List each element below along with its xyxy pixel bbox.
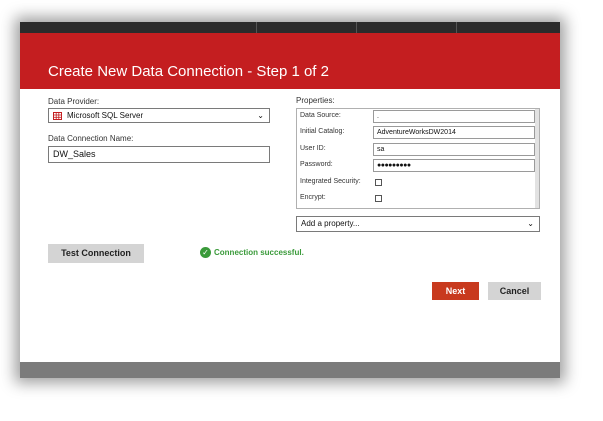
cancel-button[interactable]: Cancel (488, 282, 541, 300)
connection-name-label: Data Connection Name: (48, 134, 134, 143)
top-nav-segment (256, 22, 357, 33)
user-id-input[interactable]: sa (373, 143, 535, 156)
property-row-password: Password: ●●●●●●●●● (297, 158, 535, 174)
properties-scrollbar[interactable] (535, 109, 539, 208)
integrated-security-checkbox[interactable] (375, 179, 382, 186)
properties-label: Properties: (296, 96, 335, 105)
next-button[interactable]: Next (432, 282, 479, 300)
top-nav-segment (456, 22, 560, 33)
checkmark-circle-icon: ✓ (200, 247, 211, 258)
data-provider-value: Microsoft SQL Server (67, 111, 144, 120)
property-label: Data Source: (300, 112, 341, 119)
password-input[interactable]: ●●●●●●●●● (373, 159, 535, 172)
connection-name-input[interactable]: DW_Sales (48, 146, 270, 163)
property-row-data-source: Data Source: . (297, 109, 535, 125)
property-row-encrypt: Encrypt: (297, 191, 532, 207)
property-row-initial-catalog: Initial Catalog: AdventureWorksDW2014 (297, 125, 535, 141)
dialog-title: Create New Data Connection - Step 1 of 2 (48, 63, 329, 80)
dialog-window: Create New Data Connection - Step 1 of 2… (20, 22, 560, 378)
chevron-down-icon: ⌄ (527, 219, 534, 228)
sql-server-table-icon (53, 112, 62, 120)
connection-status-message: Connection successful. (214, 248, 304, 257)
property-label: User ID: (300, 145, 326, 152)
data-provider-select[interactable]: Microsoft SQL Server ⌄ (48, 108, 270, 123)
property-label: Encrypt: (300, 194, 326, 201)
initial-catalog-input[interactable]: AdventureWorksDW2014 (373, 126, 535, 139)
properties-grid: Data Source: . Initial Catalog: Adventur… (296, 108, 540, 209)
top-nav-segment (356, 22, 457, 33)
add-property-text: Add a property... (301, 219, 360, 228)
data-provider-label: Data Provider: (48, 97, 100, 106)
property-label: Integrated Security: (300, 178, 361, 185)
data-source-input[interactable]: . (373, 110, 535, 123)
property-row-integrated-security: Integrated Security: (297, 175, 532, 191)
encrypt-checkbox[interactable] (375, 195, 382, 202)
chevron-down-icon: ⌄ (257, 111, 264, 120)
property-row-user-id: User ID: sa (297, 142, 535, 158)
property-label: Password: (300, 161, 333, 168)
add-property-select[interactable]: Add a property... ⌄ (296, 216, 540, 232)
top-nav-bar (20, 22, 560, 33)
title-bar: Create New Data Connection - Step 1 of 2 (20, 33, 560, 89)
test-connection-button[interactable]: Test Connection (48, 244, 144, 263)
property-label: Initial Catalog: (300, 128, 345, 135)
footer-bar (20, 362, 560, 378)
